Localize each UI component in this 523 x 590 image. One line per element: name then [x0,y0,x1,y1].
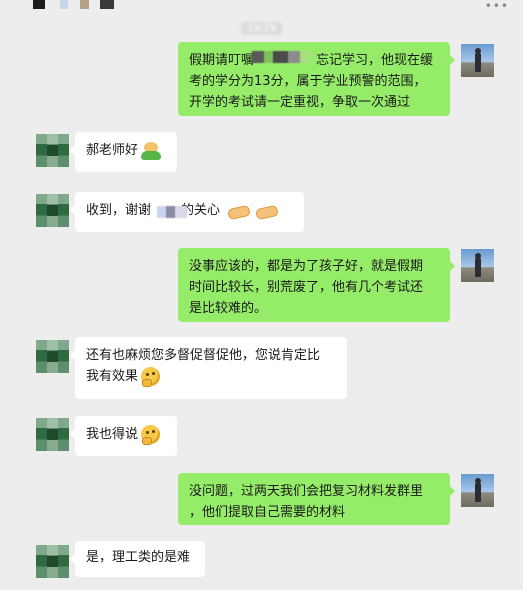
contact-avatar-icon[interactable] [36,340,69,373]
message-text: 我也得说 [86,427,139,442]
message-timestamp: 19:29 [0,16,523,35]
redacted-block [80,0,89,9]
message-bubble[interactable]: 郝老师好 [70,132,177,172]
message-text: 郝老师好 [86,143,139,158]
redacted-name-patch [252,51,312,63]
user-avatar-icon[interactable] [461,474,494,507]
redacted-name-patch [157,206,187,218]
message-text: ，他们提取自己需要的材料 [189,505,346,520]
message-text: 没事应该的，都是为了孩子好，就是假期 [189,259,424,274]
more-horizontal-icon[interactable]: ••• [485,0,509,12]
smiling-frog-emoji-icon [141,141,162,160]
thinking-emoji-icon [141,367,161,387]
message-bubble[interactable]: 是，理工类的是难 [70,541,205,577]
contact-avatar-icon[interactable] [36,545,69,578]
message-text: 忘记学习，他现在缓 [316,53,434,68]
message-bubble[interactable]: 没事应该的，都是为了孩子好，就是假期 时间比较长，别荒废了，他有几个考试还 是比… [178,248,455,322]
thinking-emoji-icon [141,425,161,445]
message-text: 考的学分为13分，属于学业预警的范围， [189,74,427,89]
contact-avatar-icon[interactable] [36,134,69,167]
message-bubble[interactable]: 我也得说 [70,416,177,456]
contact-avatar-icon[interactable] [36,418,69,451]
message-bubble[interactable]: 收到，谢谢 的关心 [70,192,304,232]
message-bubble[interactable]: 还有也麻烦您多督促督促他，您说肯定比 我有效果 [70,337,347,399]
message-text: 还有也麻烦您多督促督促他，您说肯定比 [86,348,321,363]
handshake-emoji-icon [256,204,276,218]
message-bubble[interactable]: 假期请叮嘱 忘记学习，他现在缓 考的学分为13分，属于学业预警的范围， 开学的考试… [178,42,455,116]
message-text: 假期请叮嘱 [189,53,255,68]
message-text: 收到，谢谢 [86,203,152,218]
message-text: 开学的考试请一定重视，争取一次通过 [189,95,411,110]
contact-avatar-icon[interactable] [36,194,69,227]
redacted-block [100,0,114,9]
message-text: 没问题，过两天我们会把复习材料发群里 [189,484,424,499]
user-avatar-icon[interactable] [461,44,494,77]
user-avatar-icon[interactable] [461,249,494,282]
redacted-block [33,0,45,9]
message-text: 时间比较长，别荒废了，他有几个考试还 [189,280,424,295]
message-bubble[interactable]: 没问题，过两天我们会把复习材料发群里 ，他们提取自己需要的材料 [178,473,455,525]
message-text: 是比较难的。 [189,301,268,316]
message-text: 我有效果 [86,369,139,384]
top-status-strip: ••• [0,0,523,14]
message-text: 是，理工类的是难 [86,550,191,565]
redacted-block [60,0,68,9]
handshake-emoji-icon [228,204,248,218]
